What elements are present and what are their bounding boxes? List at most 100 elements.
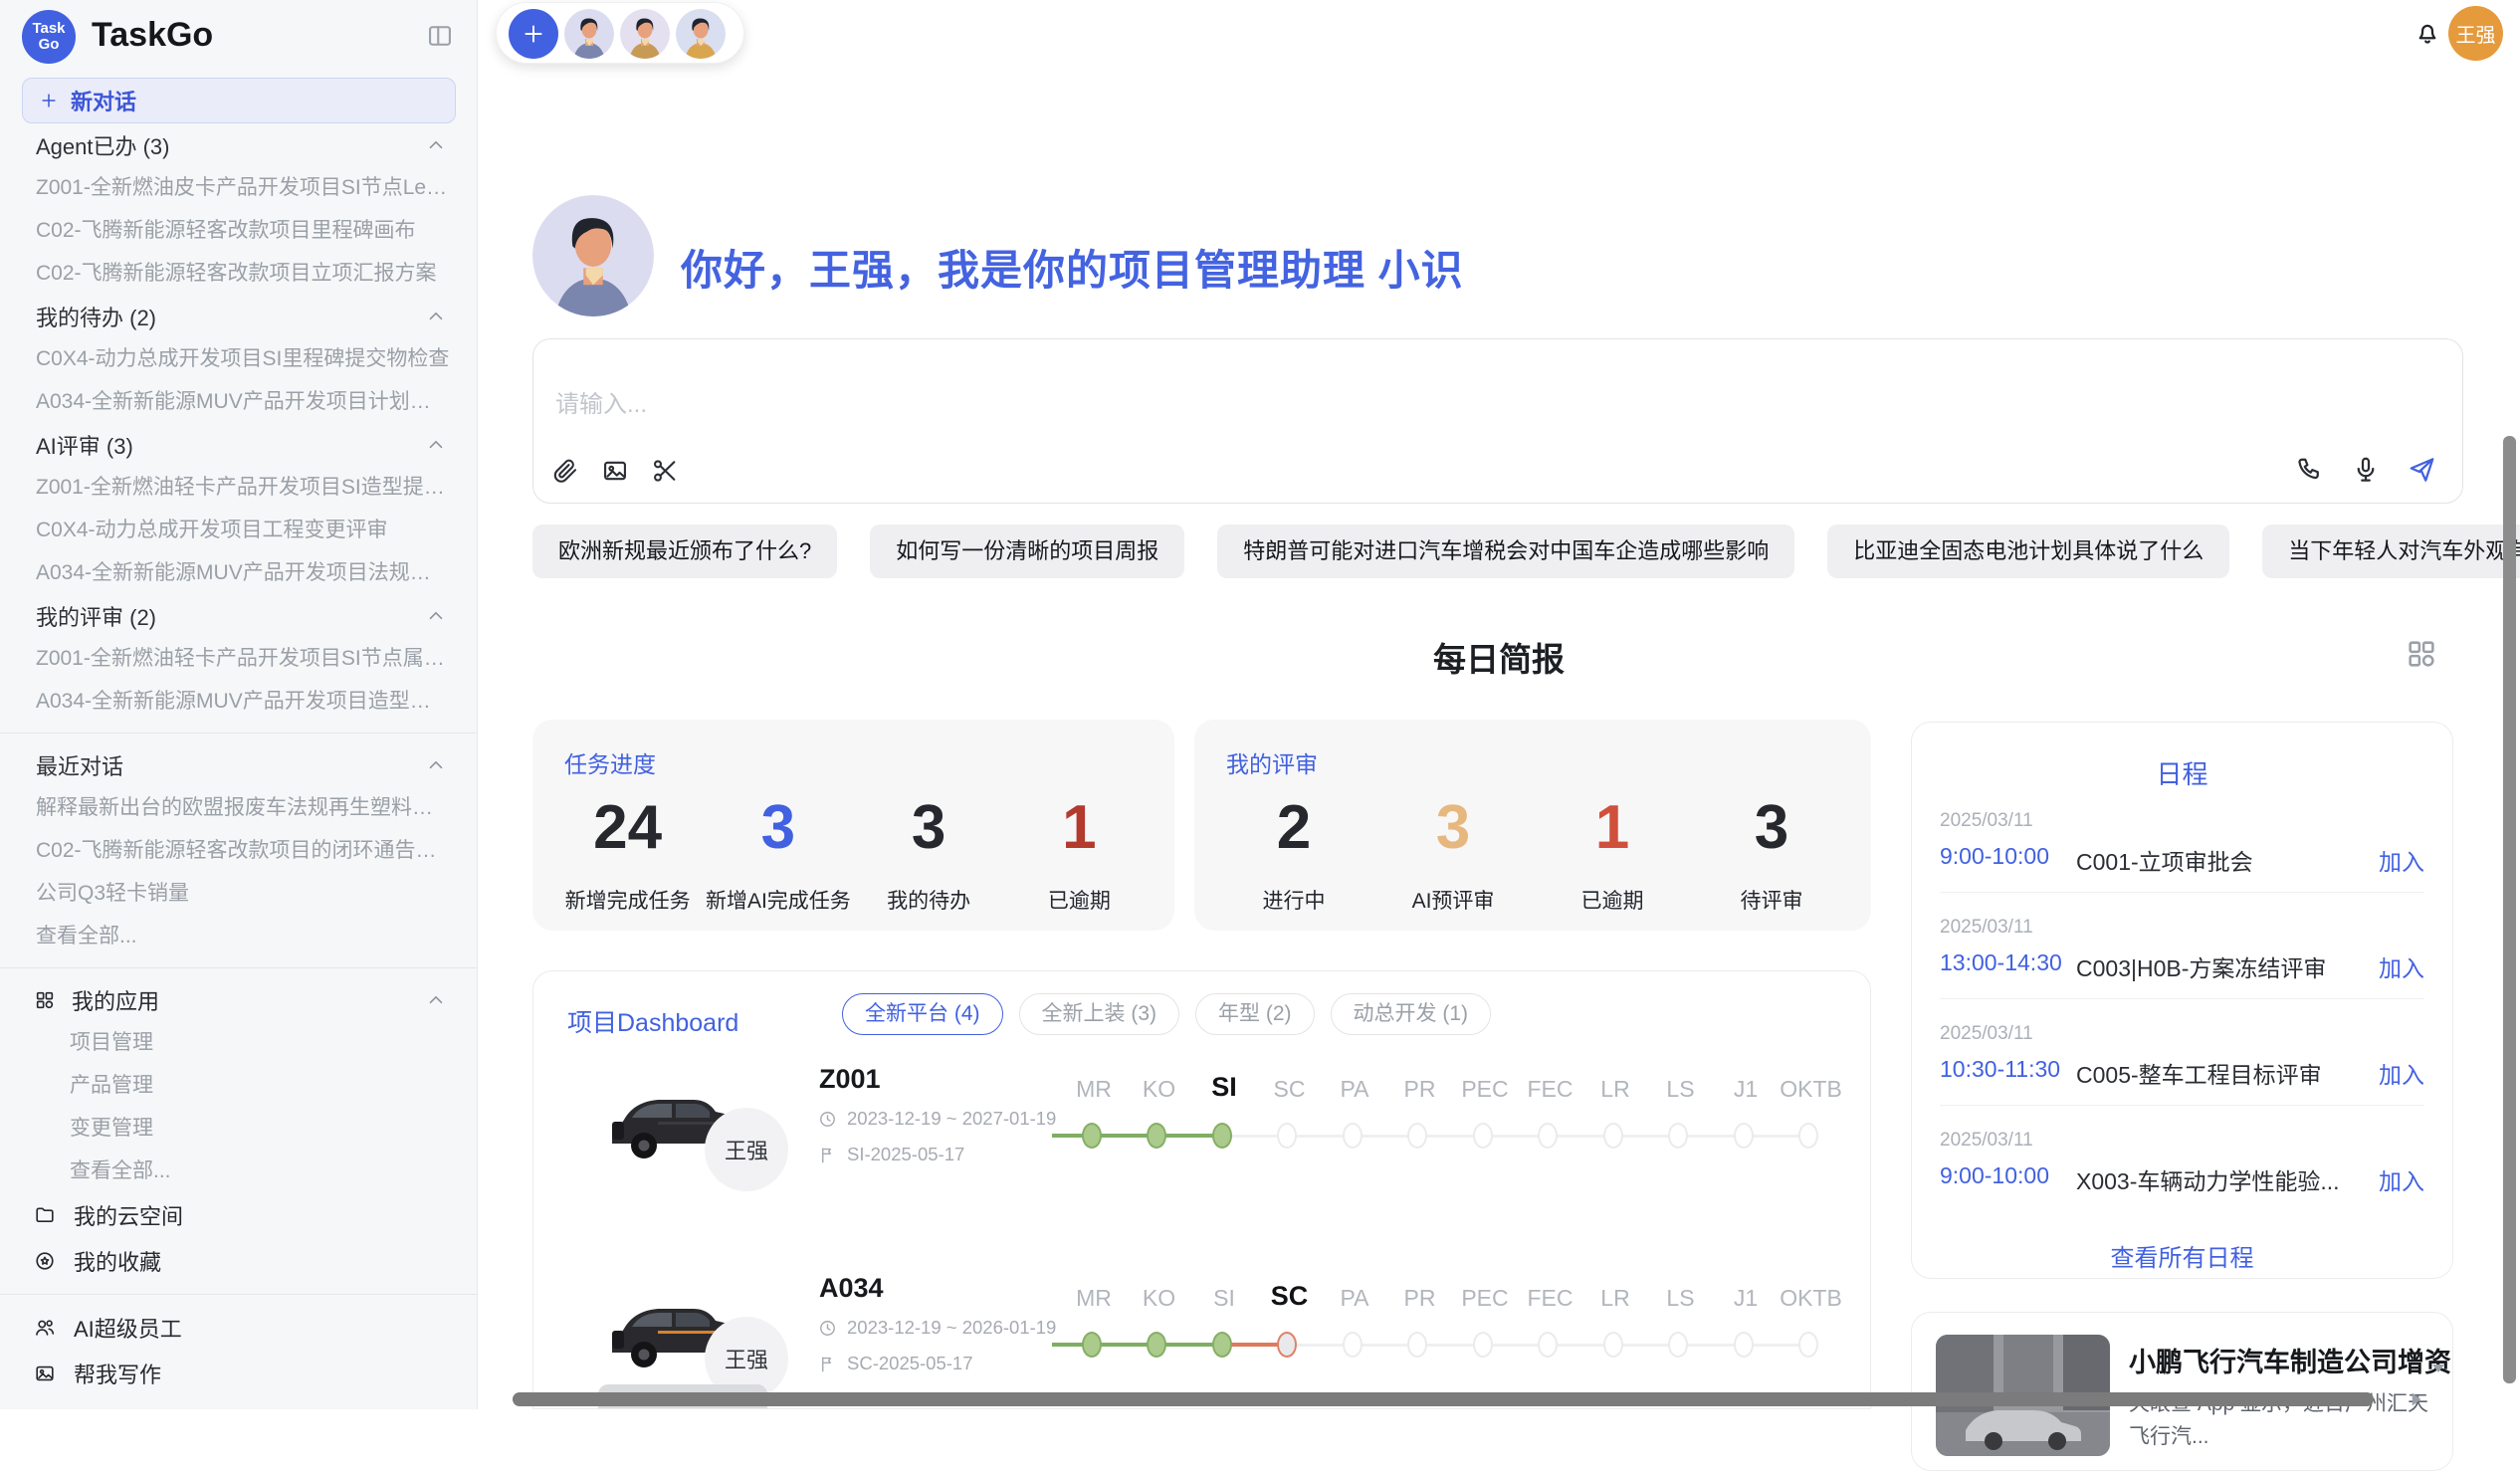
join-meeting-link[interactable]: 加入 — [2379, 1056, 2424, 1090]
notification-bell-icon[interactable] — [2413, 18, 2442, 48]
sidebar-tool-users[interactable]: AI超级员工 — [0, 1305, 477, 1351]
sidebar-item[interactable]: C0X4-动力总成开发项目工程变更评审 — [0, 509, 477, 551]
milestone-dot — [1343, 1332, 1363, 1358]
chevron-up-icon[interactable] — [425, 306, 447, 327]
message-composer — [532, 338, 2463, 504]
sidebar-tool-pen[interactable]: 创意制图 — [0, 1396, 477, 1409]
assistant-avatar — [532, 195, 654, 316]
dashboard-tab[interactable]: 全新上装 (3) — [1019, 993, 1180, 1035]
suggestion-chip[interactable]: 特朗普可能对进口汽车增税会对中国车企造成哪些影响 — [1217, 525, 1794, 578]
milestone-dot — [1734, 1332, 1754, 1358]
mic-icon[interactable] — [2351, 455, 2381, 485]
suggestion-chip[interactable]: 欧洲新规最近颁布了什么? — [532, 525, 837, 578]
news-card[interactable]: 小鹏飞行汽车制造公司增资 天眼查 App 显示，近日广州汇天飞行汽... — [1911, 1312, 2453, 1471]
sidebar-section-header[interactable]: 最近对话 — [0, 743, 477, 786]
milestone-dot — [1277, 1332, 1297, 1358]
sidebar-section-header[interactable]: 我的待办 (2) — [0, 295, 477, 337]
suggestion-chip[interactable]: 比亚迪全固态电池计划具体说了什么 — [1827, 525, 2229, 578]
view-all-chats-link[interactable]: 查看全部... — [0, 915, 477, 957]
user-avatar[interactable]: 王强 — [2448, 6, 2503, 61]
send-icon[interactable] — [2407, 455, 2436, 485]
sidebar-item[interactable]: C02-飞腾新能源轻客改款项目里程碑画布 — [0, 209, 477, 252]
milestone-label: J1 — [1713, 1285, 1779, 1312]
app-item[interactable]: 变更管理 — [0, 1107, 477, 1150]
scroll-down-arrow-icon[interactable] — [2426, 1356, 2450, 1379]
chevron-up-icon[interactable] — [425, 754, 447, 776]
sidebar-item[interactable]: C0X4-动力总成开发项目SI里程碑提交物检查 — [0, 337, 477, 380]
briefing-layout-icon[interactable] — [2405, 637, 2438, 671]
paperclip-icon[interactable] — [551, 457, 579, 485]
app-item[interactable]: 产品管理 — [0, 1064, 477, 1107]
chevron-up-icon[interactable] — [425, 989, 447, 1011]
join-meeting-link[interactable]: 加入 — [2379, 843, 2424, 877]
phone-icon[interactable] — [2295, 455, 2325, 485]
chevron-up-icon[interactable] — [425, 434, 447, 456]
apps-grid-icon — [34, 989, 56, 1011]
recent-chat-item[interactable]: 公司Q3轻卡销量 — [0, 872, 477, 915]
chevron-up-icon[interactable] — [425, 605, 447, 627]
suggestion-chip[interactable]: 如何写一份清晰的项目周报 — [870, 525, 1184, 578]
recent-chat-item[interactable]: C02-飞腾新能源轻客改款项目的闭环通告反馈情况 — [0, 829, 477, 872]
schedule-event-title: X003-车辆动力学性能验... — [2076, 1162, 2340, 1196]
app-item[interactable]: 查看全部... — [0, 1150, 477, 1192]
stat-label: 新增完成任务 — [552, 885, 703, 915]
join-meeting-link[interactable]: 加入 — [2379, 1162, 2424, 1196]
section-label: AI评审 (3) — [36, 429, 133, 461]
project-dates: 2023-12-19 ~ 2027-01-19 — [818, 1108, 1056, 1130]
sidebar-item[interactable]: A034-全新新能源MUV产品开发项目法规符合性评审 — [0, 551, 477, 594]
clock-icon — [818, 1110, 837, 1129]
vertical-scrollbar[interactable] — [2503, 436, 2516, 1383]
horizontal-scrollbar[interactable] — [513, 1392, 2374, 1406]
sidebar-section-header[interactable]: AI评审 (3) — [0, 423, 477, 466]
sidebar-section-header[interactable]: Agent已办 (3) — [0, 123, 477, 166]
join-meeting-link[interactable]: 加入 — [2379, 949, 2424, 983]
add-conversation-button[interactable] — [509, 9, 558, 59]
schedule-date: 2025/03/11 — [1940, 810, 2424, 832]
milestone-dot — [1538, 1123, 1558, 1149]
stat-value: 3 — [854, 797, 1004, 859]
stat-label: 我的待办 — [854, 885, 1004, 915]
image-icon[interactable] — [601, 457, 629, 485]
app-item[interactable]: 项目管理 — [0, 1021, 477, 1064]
sidebar-link-folder[interactable]: 我的云空间 — [0, 1192, 477, 1238]
dashboard-tab[interactable]: 年型 (2) — [1195, 993, 1315, 1035]
sidebar-item[interactable]: Z001-全新燃油轻卡产品开发项目SI节点属性5D文件评审 — [0, 637, 477, 680]
sidebar-collapse-icon[interactable] — [426, 22, 454, 50]
new-chat-button[interactable]: 新对话 — [22, 78, 456, 123]
view-all-schedule-link[interactable]: 查看所有日程 — [1912, 1238, 2452, 1273]
milestone-label: PR — [1387, 1285, 1453, 1312]
sidebar-item[interactable]: A034-全新新能源MUV产品开发项目造型可行性评审 — [0, 680, 477, 723]
sidebar-link-label: 我的收藏 — [74, 1245, 161, 1277]
milestone-label: MR — [1061, 1076, 1127, 1103]
dashboard-tab[interactable]: 全新平台 (4) — [842, 993, 1003, 1035]
sidebar-section-header[interactable]: 我的评审 (2) — [0, 594, 477, 637]
chevron-up-icon[interactable] — [425, 134, 447, 156]
milestone-label: SI — [1191, 1072, 1257, 1103]
star-circle-icon — [34, 1250, 56, 1272]
milestone-dot — [1082, 1332, 1102, 1358]
agent-avatar[interactable] — [564, 9, 614, 59]
scissors-icon[interactable] — [651, 457, 679, 485]
stat-label: 进行中 — [1214, 885, 1373, 915]
sidebar-item[interactable]: Z001-全新燃油轻卡产品开发项目SI造型提交物评审 — [0, 466, 477, 509]
sidebar-my-apps-header[interactable]: 我的应用 — [0, 978, 477, 1021]
agent-avatar[interactable] — [676, 9, 726, 59]
milestone-dot — [1734, 1123, 1754, 1149]
sidebar-tool-image[interactable]: 帮我写作 — [0, 1351, 477, 1396]
message-input[interactable] — [555, 391, 1949, 419]
stat-label: 新增AI完成任务 — [703, 885, 853, 915]
stat-cell: 1已逾期 — [1004, 797, 1155, 915]
greeting-text: 你好，王强，我是你的项目管理助理 小识 — [681, 237, 1464, 298]
sidebar-item[interactable]: A034-全新新能源MUV产品开发项目计划变更表编写 — [0, 380, 477, 423]
scroll-right-arrow-icon[interactable] — [2403, 1386, 2428, 1412]
stat-value: 1 — [1004, 797, 1155, 859]
dashboard-tab[interactable]: 动总开发 (1) — [1331, 993, 1492, 1035]
sidebar-divider — [0, 733, 477, 734]
agent-avatar[interactable] — [620, 9, 670, 59]
daily-briefing-title: 每日简报 — [478, 633, 2520, 681]
sidebar-item[interactable]: C02-飞腾新能源轻客改款项目立项汇报方案 — [0, 252, 477, 295]
sidebar-link-star-circle[interactable]: 我的收藏 — [0, 1238, 477, 1284]
suggestion-chip[interactable]: 当下年轻人对汽车外观有怎样的喜好趋势 — [2262, 525, 2520, 578]
recent-chat-item[interactable]: 解释最新出台的欧盟报废车法规再生塑料比例被调至15%... — [0, 786, 477, 829]
sidebar-item[interactable]: Z001-全新燃油皮卡产品开发项目SI节点Lesson Learn报告 — [0, 166, 477, 209]
